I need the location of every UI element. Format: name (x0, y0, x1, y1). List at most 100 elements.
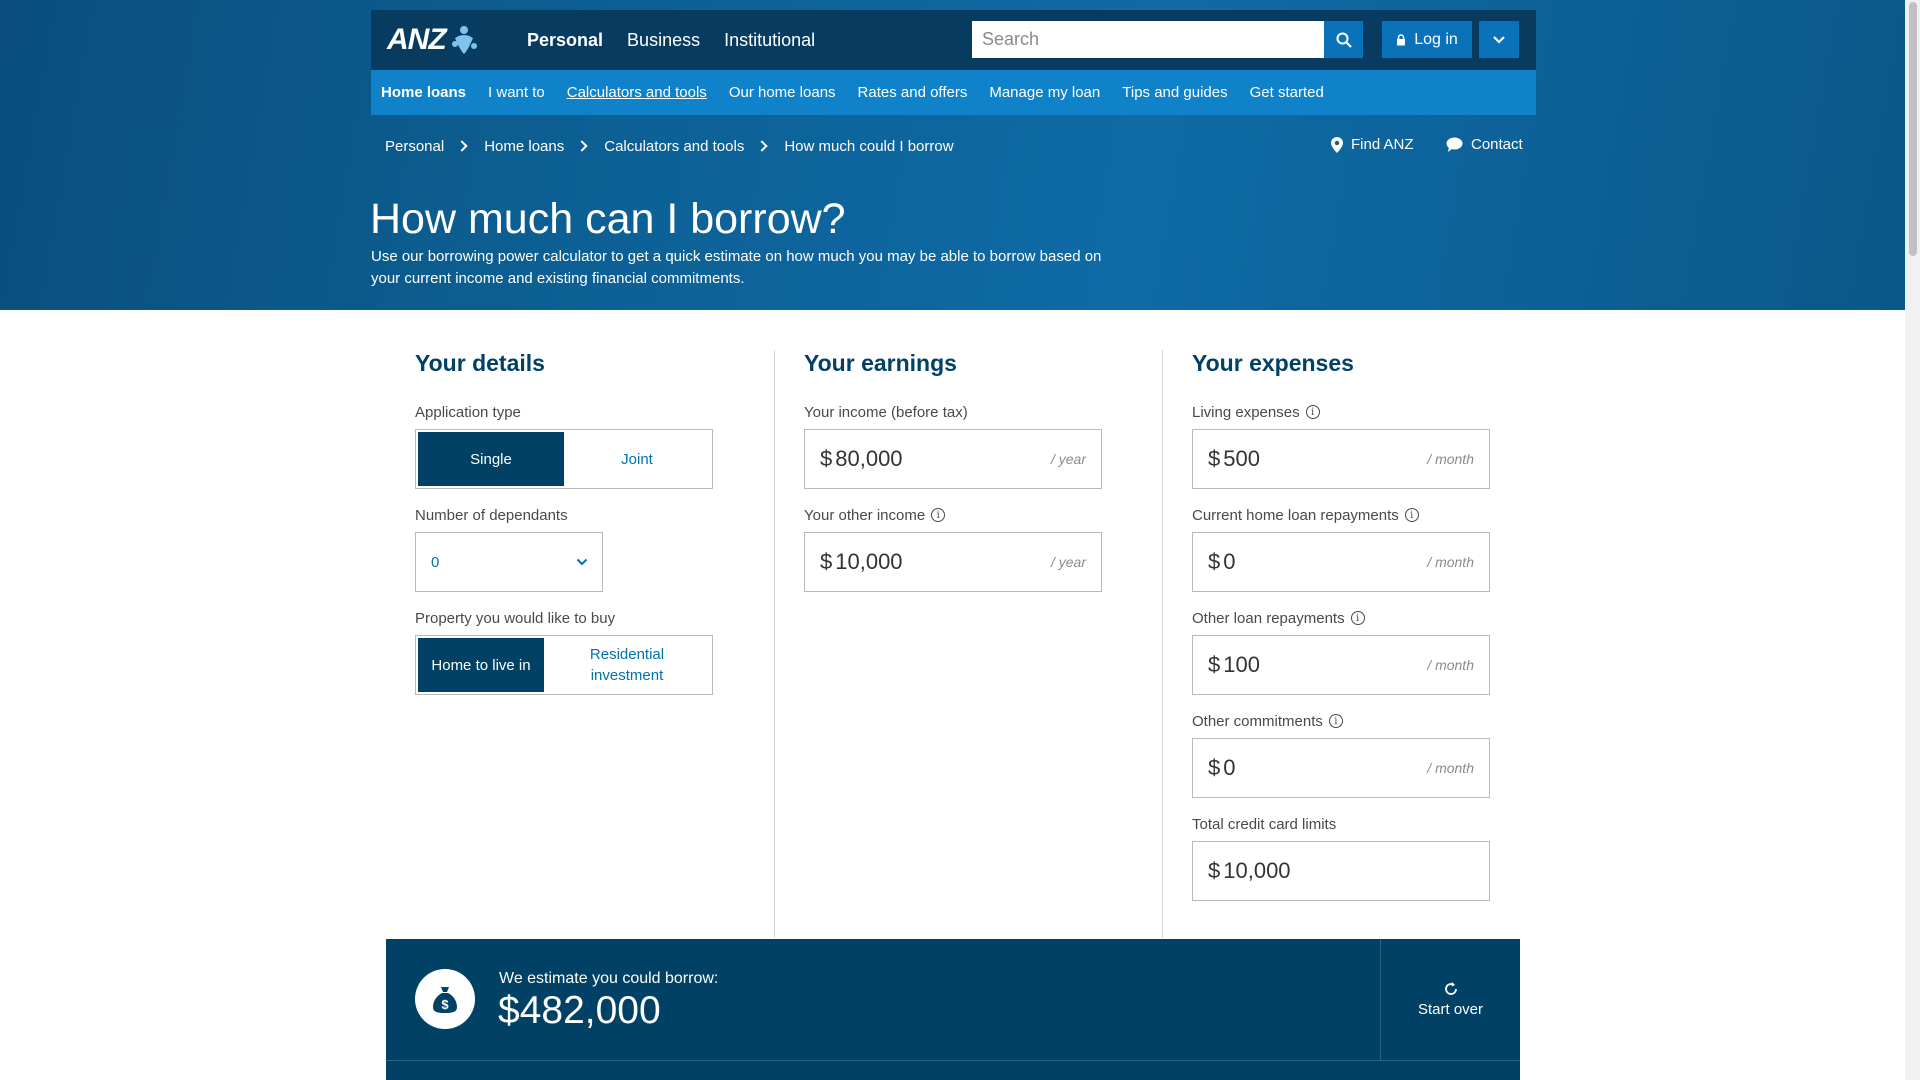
lock-icon (1397, 33, 1406, 45)
subnav-i-want-to[interactable]: I want to (488, 84, 545, 101)
subnav-rates-and-offers[interactable]: Rates and offers (858, 84, 968, 101)
login-dropdown-button[interactable] (1479, 21, 1519, 58)
living-expenses-value: 500 (1223, 446, 1260, 471)
currency-symbol: $ (1208, 652, 1221, 677)
other-income-period: / year (1050, 554, 1086, 570)
info-icon[interactable]: i (1350, 611, 1365, 625)
subnav-our-home-loans[interactable]: Our home loans (729, 84, 836, 101)
subnav-get-started[interactable]: Get started (1250, 84, 1324, 101)
contact-label: Contact (1471, 136, 1523, 153)
other-commitments-input[interactable]: $ 0 / month (1192, 738, 1490, 798)
home-loan-repayments-period: / month (1427, 554, 1474, 570)
money-bag-glyph: $ (433, 987, 457, 1013)
contact-link[interactable]: Contact (1446, 136, 1523, 153)
home-loan-repayments-field: Current home loan repayments i $ 0 / mon… (1192, 506, 1490, 592)
property-type-toggle: Home to live in Residential investment (415, 635, 713, 695)
info-icon[interactable]: i (931, 508, 946, 522)
living-expenses-label-row: Living expenses i (1192, 403, 1490, 421)
your-earnings-section: Your earnings Your income (before tax) $… (804, 350, 1102, 609)
your-details-title: Your details (415, 350, 545, 376)
other-loan-repayments-value: 100 (1223, 652, 1260, 677)
find-anz-link[interactable]: Find ANZ (1331, 136, 1414, 153)
living-expenses-field: Living expenses i $ 500 / month (1192, 403, 1490, 489)
dependants-select[interactable]: 0 (415, 532, 603, 592)
property-type-field: Property you would like to buy Home to l… (415, 609, 713, 695)
income-input[interactable]: $ 80,000 / year (804, 429, 1102, 489)
currency-symbol: $ (1208, 549, 1221, 574)
other-commitments-period: / month (1427, 760, 1474, 776)
column-divider (1162, 350, 1163, 938)
info-icon[interactable]: i (1328, 714, 1343, 728)
application-type-field: Application type Single Joint (415, 403, 713, 489)
home-loan-repayments-label-row: Current home loan repayments i (1192, 506, 1490, 524)
living-expenses-label: Living expenses (1192, 403, 1300, 421)
money-bag-icon: $ (415, 969, 475, 1029)
application-type-label: Application type (415, 403, 521, 421)
your-expenses-title: Your expenses (1192, 350, 1354, 376)
refresh-icon (1444, 982, 1457, 995)
top-navigation-bar: ANZ Personal Business Institutional Log … (371, 10, 1536, 70)
page-scrollbar[interactable] (1905, 0, 1920, 1080)
subnav-home-loans[interactable]: Home loans (381, 84, 466, 101)
dependants-field: Number of dependants 0 (415, 506, 713, 592)
estimate-value: $482,000 (498, 989, 661, 1032)
currency-symbol: $ (820, 446, 833, 471)
subnav-tips-and-guides[interactable]: Tips and guides (1122, 84, 1227, 101)
breadcrumb-calculators-and-tools[interactable]: Calculators and tools (604, 138, 744, 155)
search-icon (1336, 32, 1352, 48)
other-income-field: Your other income i $ 10,000 / year (804, 506, 1102, 592)
login-button[interactable]: Log in (1382, 21, 1472, 58)
other-income-input[interactable]: $ 10,000 / year (804, 532, 1102, 592)
chevron-right-icon (576, 140, 588, 152)
estimate-label: We estimate you could borrow: (499, 970, 719, 987)
people-logo-icon (451, 26, 477, 54)
page-intro: Use our borrowing power calculator to ge… (371, 248, 1102, 287)
borrowing-estimate-panel: $ We estimate you could borrow: $482,000… (386, 939, 1520, 1080)
chevron-right-icon (756, 140, 768, 152)
segment-nav: Personal Business Institutional (527, 10, 815, 70)
income-label: Your income (before tax) (804, 403, 968, 421)
currency-symbol: $ (1208, 755, 1221, 780)
income-value: 80,000 (835, 446, 903, 471)
anz-logo[interactable]: ANZ (387, 20, 479, 60)
start-over-button[interactable]: Start over (1381, 939, 1520, 1060)
other-loan-repayments-period: / month (1427, 657, 1474, 673)
info-icon[interactable]: i (1404, 508, 1419, 522)
other-commitments-field: Other commitments i $ 0 / month (1192, 712, 1490, 798)
other-loan-repayments-input[interactable]: $ 100 / month (1192, 635, 1490, 695)
credit-card-limits-input[interactable]: $ 10,000 (1192, 841, 1490, 901)
chevron-down-icon (576, 558, 588, 566)
segment-institutional[interactable]: Institutional (724, 30, 815, 51)
living-expenses-input[interactable]: $ 500 / month (1192, 429, 1490, 489)
breadcrumb-home-loans[interactable]: Home loans (484, 138, 564, 155)
breadcrumb-personal[interactable]: Personal (385, 138, 444, 155)
other-loan-repayments-label: Other loan repayments (1192, 609, 1345, 627)
map-pin-icon (1331, 136, 1343, 153)
other-income-label: Your other income (804, 506, 926, 524)
borrowing-estimate-row: $ We estimate you could borrow: $482,000… (386, 939, 1520, 1060)
application-type-single[interactable]: Single (418, 432, 564, 486)
info-icon[interactable]: i (1305, 405, 1320, 419)
scrollbar-thumb[interactable] (1909, 2, 1917, 256)
segment-personal[interactable]: Personal (527, 30, 603, 51)
property-type-label: Property you would like to buy (415, 609, 616, 627)
other-commitments-value: 0 (1223, 755, 1236, 780)
other-loan-repayments-field: Other loan repayments i $ 100 / month (1192, 609, 1490, 695)
property-residential-investment[interactable]: Residential investment (544, 638, 710, 692)
search-button[interactable] (1324, 21, 1363, 58)
currency-symbol: $ (1208, 858, 1221, 883)
home-loan-repayments-input[interactable]: $ 0 / month (1192, 532, 1490, 592)
breadcrumb-current-page: How much could I borrow (784, 137, 954, 155)
segment-business[interactable]: Business (627, 30, 700, 51)
subnav-calculators-and-tools[interactable]: Calculators and tools (567, 84, 707, 101)
property-home-to-live-in[interactable]: Home to live in (418, 638, 544, 692)
other-loan-repayments-label-row: Other loan repayments i (1192, 609, 1490, 627)
application-type-joint[interactable]: Joint (564, 432, 710, 486)
other-commitments-label-row: Other commitments i (1192, 712, 1490, 730)
home-loan-repayments-label: Current home loan repayments (1192, 506, 1399, 524)
chevron-right-icon (456, 140, 468, 152)
credit-card-limits-label: Total credit card limits (1192, 815, 1337, 833)
dependants-label: Number of dependants (415, 506, 568, 524)
subnav-manage-my-loan[interactable]: Manage my loan (989, 84, 1100, 101)
search-input[interactable] (972, 21, 1324, 58)
